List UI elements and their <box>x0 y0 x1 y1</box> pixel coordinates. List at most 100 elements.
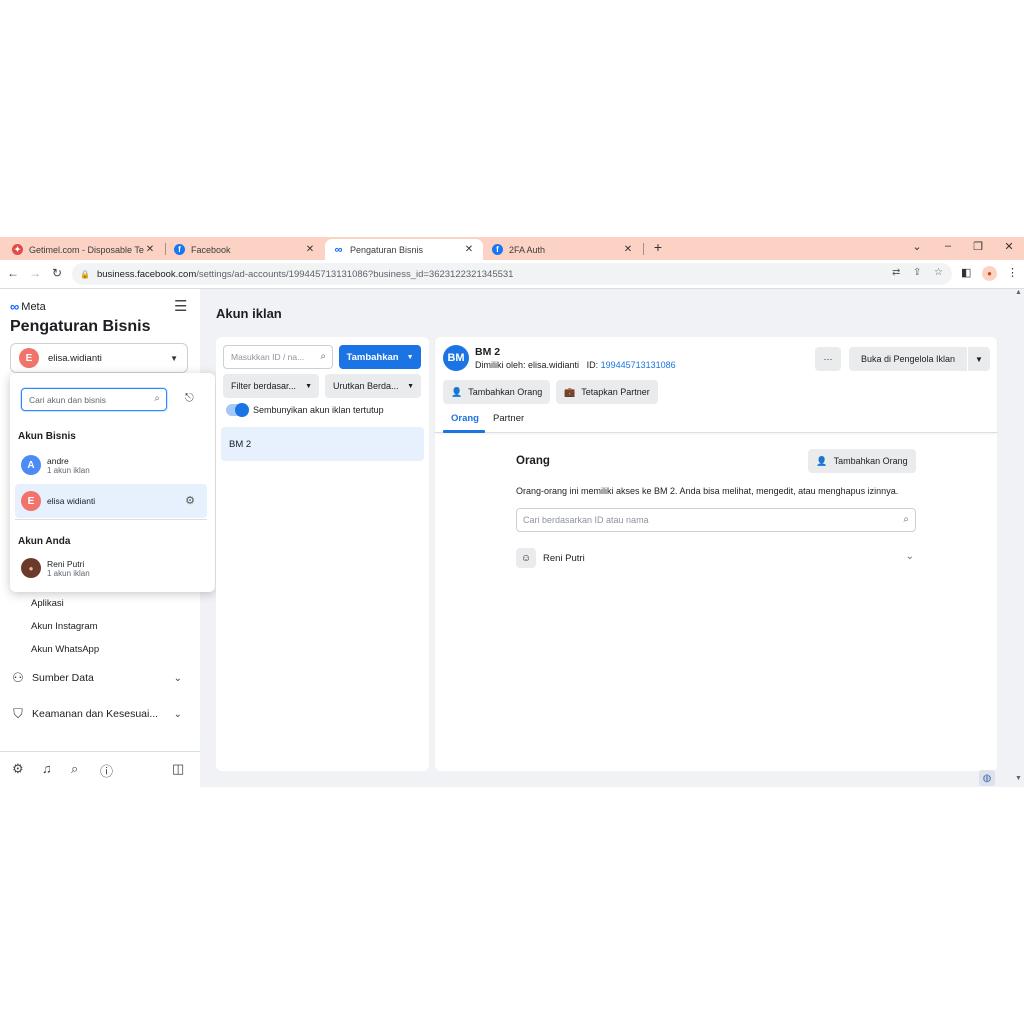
detail-header: BM BM 2 Dimiliki oleh: elisa.widianti ID… <box>435 337 997 433</box>
tab-orang[interactable]: Orang <box>451 413 479 424</box>
meta-icon: ∞ <box>334 243 343 256</box>
person-card-icon: ☺ <box>516 548 536 568</box>
business-item-elisa-widianti[interactable]: E elisa widianti ⚙ <box>15 484 207 518</box>
facebook-icon: f <box>492 244 503 255</box>
collapse-panel-icon[interactable]: ◫ <box>172 761 184 777</box>
people-section-title: Orang <box>516 455 550 467</box>
add-button[interactable]: Tambahkan ▼ <box>339 345 421 369</box>
side-panel-icon[interactable]: ◧ <box>961 266 971 279</box>
ad-account-id-link[interactable]: 199445713131086 <box>601 360 676 370</box>
forward-icon[interactable]: → <box>28 266 42 280</box>
section-add-people-button[interactable]: 👤 Tambahkan Orang <box>808 449 916 473</box>
close-icon[interactable]: ✕ <box>463 244 475 255</box>
hide-closed-toggle[interactable] <box>226 403 249 417</box>
lock-icon: 🔒 <box>80 269 90 279</box>
avatar: E <box>21 491 41 511</box>
bell-icon[interactable]: ♫ <box>42 761 52 776</box>
shield-icon: ⛉ <box>13 706 23 721</box>
tab-facebook[interactable]: f Facebook ✕ <box>166 239 324 260</box>
logout-icon[interactable]: ⎋ <box>185 392 194 405</box>
browser-menu-icon[interactable]: ⋮ <box>1007 266 1018 279</box>
chevron-down-icon[interactable]: ⌄ <box>906 551 914 562</box>
avatar: ● <box>21 558 41 578</box>
url-host: business.facebook.com <box>96 268 197 280</box>
meta-logo: ∞ Meta <box>10 299 46 314</box>
account-switcher-popup: Cari akun dan bisnis ⌕ ⎋ Akun Bisnis A a… <box>10 373 215 592</box>
assign-partner-button[interactable]: 💼 Tetapkan Partner <box>556 380 658 404</box>
gear-icon[interactable]: ⚙ <box>185 494 195 507</box>
more-options-button[interactable]: ··· <box>815 347 841 371</box>
page-title: Akun iklan <box>216 306 282 321</box>
reload-icon[interactable]: ↻ <box>50 266 64 280</box>
briefcase-icon: 💼 <box>564 386 576 397</box>
globe-icon[interactable]: ◍ <box>979 770 995 786</box>
sidebar-section-keamanan[interactable]: ⛉ Keamanan dan Kesesuai... ⌄ <box>10 704 190 724</box>
translate-icon[interactable]: ⇄ <box>892 267 900 278</box>
personal-account-item[interactable]: ● Reni Putri 1 akun iklan <box>15 551 207 585</box>
getimel-icon: ✦ <box>12 244 23 255</box>
ad-account-list-panel: Masukkan ID / na... ⌕ Tambahkan ▼ Filter… <box>216 337 429 771</box>
caret-down-icon: ▼ <box>407 382 414 390</box>
account-search-input[interactable]: Cari akun dan bisnis ⌕ <box>21 388 167 411</box>
ad-account-icon: BM <box>443 345 469 371</box>
add-person-icon: 👤 <box>451 386 463 397</box>
facebook-icon: f <box>174 244 185 255</box>
bookmark-star-icon[interactable]: ☆ <box>934 267 943 278</box>
scroll-down-icon[interactable]: ▼ <box>1015 775 1022 782</box>
help-icon[interactable]: ⓘ <box>100 761 113 780</box>
url-path: /settings/ad-accounts/199445713131086?bu… <box>196 268 514 280</box>
caret-down-icon: ▼ <box>170 354 178 363</box>
hamburger-menu-icon[interactable]: ☰ <box>174 297 187 315</box>
divider <box>15 519 207 520</box>
caret-down-icon[interactable]: ▼ <box>968 347 990 371</box>
open-in-ads-manager-button[interactable]: Buka di Pengelola Iklan <box>849 347 967 371</box>
your-accounts-heading: Akun Anda <box>18 536 71 547</box>
caret-down-icon: ▼ <box>406 353 414 361</box>
gear-icon[interactable]: ⚙ <box>12 761 24 777</box>
sidebar-item-akun-whatsapp[interactable]: Akun WhatsApp <box>31 644 99 655</box>
account-switcher-name: elisa.widianti <box>48 352 102 364</box>
close-icon[interactable]: ✕ <box>304 244 316 255</box>
screen: ✦ Getimel.com - Disposable Temp ✕ f Face… <box>0 237 1024 787</box>
ad-account-search-input[interactable]: Masukkan ID / na... ⌕ <box>223 345 333 369</box>
tab-pengaturan-bisnis[interactable]: ∞ Pengaturan Bisnis ✕ <box>325 239 483 260</box>
sort-dropdown[interactable]: Urutkan Berda... ▼ <box>325 374 421 398</box>
list-item[interactable]: ☺ Reni Putri ⌄ <box>516 547 916 569</box>
new-tab-icon[interactable]: + <box>651 239 665 255</box>
close-icon[interactable]: ✕ <box>622 244 634 255</box>
ad-account-detail-panel: BM BM 2 Dimiliki oleh: elisa.widianti ID… <box>435 337 997 771</box>
search-icon[interactable]: ⌕ <box>71 761 78 777</box>
people-search-input[interactable]: Cari berdasarkan ID atau nama ⌕ <box>516 508 916 532</box>
ad-account-owner: Dimiliki oleh: elisa.widianti ID: 199445… <box>475 360 676 370</box>
share-icon[interactable]: ⇪ <box>913 267 921 278</box>
browser-tab-strip: ✦ Getimel.com - Disposable Temp ✕ f Face… <box>0 237 1024 260</box>
page-scrollbar[interactable] <box>1015 289 1024 787</box>
sidebar-item-akun-instagram[interactable]: Akun Instagram <box>31 621 98 632</box>
account-switcher[interactable]: E elisa.widianti ▼ <box>10 343 188 373</box>
profile-avatar-icon[interactable]: ● <box>982 266 997 281</box>
search-icon: ⌕ <box>903 514 909 525</box>
tab-2fa-auth[interactable]: f 2FA Auth ✕ <box>484 239 642 260</box>
minimize-icon[interactable]: – <box>941 240 955 252</box>
tab-search-icon[interactable]: ⌄ <box>910 240 924 253</box>
tab-getimel[interactable]: ✦ Getimel.com - Disposable Temp ✕ <box>4 239 164 260</box>
scroll-up-icon[interactable]: ▲ <box>1015 289 1022 296</box>
sidebar-section-sumber-data[interactable]: ⚇ Sumber Data ⌄ <box>10 668 190 688</box>
hide-closed-label: Sembunyikan akun iklan tertutup <box>253 405 384 415</box>
back-icon[interactable]: ← <box>6 266 20 280</box>
ad-account-name: BM 2 <box>475 346 501 358</box>
sidebar-item-aplikasi[interactable]: Aplikasi <box>31 598 64 609</box>
tab-partner[interactable]: Partner <box>493 413 524 424</box>
add-people-button[interactable]: 👤 Tambahkan Orang <box>443 380 551 404</box>
avatar: E <box>19 348 39 368</box>
sidebar-title: Pengaturan Bisnis <box>10 318 151 335</box>
search-icon: ⌕ <box>154 393 160 404</box>
list-item[interactable]: BM 2 <box>221 427 424 461</box>
business-item-andre[interactable]: A andre 1 akun iklan <box>15 448 207 482</box>
filter-dropdown[interactable]: Filter berdasar... ▼ <box>223 374 319 398</box>
window-close-icon[interactable]: ✕ <box>1002 240 1016 253</box>
close-icon[interactable]: ✕ <box>144 244 156 255</box>
url-field[interactable]: 🔒 business.facebook.com/settings/ad-acco… <box>72 263 952 285</box>
toggle-knob <box>235 403 249 417</box>
restore-icon[interactable]: ❐ <box>971 240 985 253</box>
